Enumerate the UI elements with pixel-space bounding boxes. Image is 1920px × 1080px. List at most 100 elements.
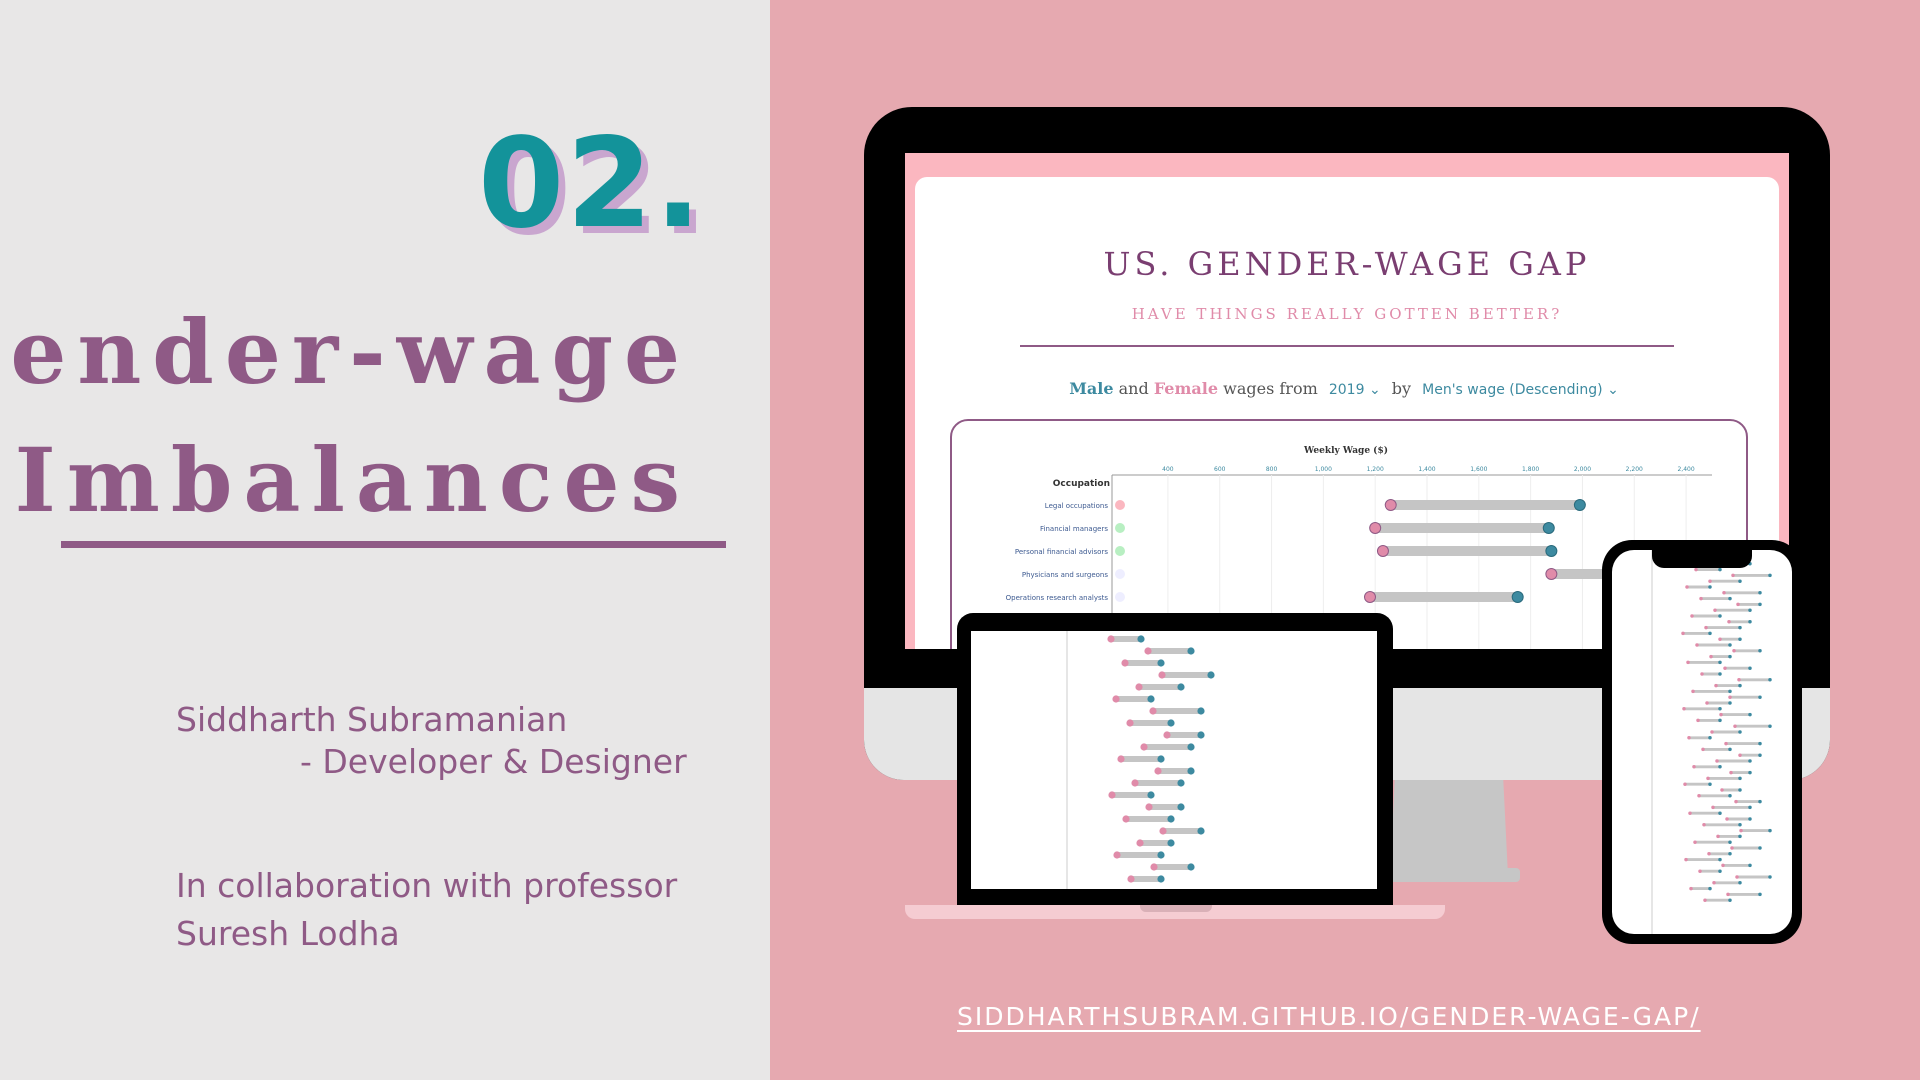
x-tick-label: 600 bbox=[1214, 466, 1226, 473]
preview-female-point bbox=[1733, 724, 1737, 728]
preview-female-point bbox=[1112, 695, 1120, 703]
preview-female-point bbox=[1731, 573, 1735, 578]
x-tick-label: 2,200 bbox=[1626, 466, 1643, 473]
preview-male-point bbox=[1718, 672, 1722, 676]
preview-male-point bbox=[1718, 614, 1722, 618]
preview-female-point bbox=[1689, 886, 1693, 891]
preview-male-point bbox=[1758, 799, 1762, 804]
preview-male-point bbox=[1708, 631, 1712, 636]
female-point bbox=[1545, 568, 1558, 580]
preview-male-point bbox=[1187, 743, 1195, 751]
preview-female-point bbox=[1688, 811, 1692, 815]
preview-female-point bbox=[1699, 596, 1703, 601]
preview-female-point bbox=[1687, 736, 1691, 740]
preview-female-point bbox=[1700, 672, 1704, 676]
x-tick-label: 1,200 bbox=[1367, 466, 1384, 473]
preview-female-point bbox=[1715, 759, 1719, 763]
author-name: Siddharth Subramanian bbox=[176, 700, 568, 739]
preview-male-point bbox=[1728, 701, 1732, 705]
chevron-down-icon: ⌄ bbox=[1607, 382, 1619, 398]
preview-male-point bbox=[1157, 755, 1165, 763]
y-axis-label: Occupation bbox=[1053, 479, 1110, 489]
preview-male-point bbox=[1718, 765, 1722, 769]
preview-female-point bbox=[1710, 730, 1714, 734]
preview-male-point bbox=[1708, 736, 1712, 740]
phone bbox=[1602, 540, 1802, 944]
preview-female-point bbox=[1706, 776, 1710, 781]
female-point bbox=[1376, 545, 1389, 557]
marker-dot bbox=[1115, 500, 1125, 510]
marker-dot bbox=[1115, 523, 1125, 533]
preview-female-point bbox=[1720, 788, 1724, 792]
chart-controls: Male and Female wages from 2019 ⌄ by Men… bbox=[915, 379, 1779, 398]
preview-male-point bbox=[1718, 869, 1722, 873]
female-point bbox=[1364, 591, 1376, 603]
preview-female-point bbox=[1725, 817, 1729, 821]
preview-male-point bbox=[1738, 683, 1742, 688]
preview-female-point bbox=[1135, 683, 1143, 691]
preview-male-point bbox=[1167, 719, 1175, 727]
preview-male-point bbox=[1728, 643, 1732, 647]
preview-female-point bbox=[1144, 647, 1152, 655]
preview-male-point bbox=[1157, 659, 1165, 667]
title-underline bbox=[61, 541, 726, 548]
preview-female-point bbox=[1108, 791, 1116, 799]
preview-male-point bbox=[1187, 767, 1195, 775]
phone-chart-preview bbox=[1651, 550, 1772, 934]
website-subtitle: HAVE THINGS REALLY GOTTEN BETTER? bbox=[1131, 305, 1563, 323]
preview-male-point bbox=[1768, 573, 1772, 578]
preview-female-point bbox=[1723, 666, 1727, 670]
preview-male-point bbox=[1768, 678, 1772, 682]
project-url-link[interactable]: SIDDHARTHSUBRAM.GITHUB.IO/GENDER-WAGE-GA… bbox=[957, 1002, 1701, 1031]
preview-male-point bbox=[1738, 881, 1742, 885]
preview-female-point bbox=[1705, 701, 1709, 705]
preview-male-point bbox=[1718, 707, 1722, 711]
preview-female-point bbox=[1702, 823, 1706, 827]
preview-female-point bbox=[1122, 815, 1130, 823]
preview-male-point bbox=[1708, 886, 1712, 891]
preview-male-point bbox=[1718, 718, 1722, 723]
marker-dot bbox=[1115, 592, 1125, 602]
and-label: and bbox=[1118, 379, 1149, 398]
preview-female-point bbox=[1694, 567, 1698, 572]
preview-male-point bbox=[1758, 846, 1762, 850]
collab-line-1: In collaboration with professor bbox=[176, 866, 678, 905]
preview-female-point bbox=[1684, 857, 1688, 862]
preview-male-point bbox=[1137, 635, 1145, 643]
preview-male-point bbox=[1728, 689, 1732, 694]
preview-male-point bbox=[1718, 811, 1722, 815]
chevron-down-icon: ⌄ bbox=[1368, 382, 1381, 398]
title-line-2: Imbalances bbox=[14, 428, 691, 532]
preview-male-point bbox=[1718, 857, 1722, 862]
preview-female-point bbox=[1126, 719, 1134, 727]
year-select[interactable]: 2019 ⌄ bbox=[1329, 382, 1381, 398]
category-label: Operations research analysts bbox=[1006, 594, 1109, 602]
preview-female-point bbox=[1690, 614, 1694, 618]
x-tick-label: 1,800 bbox=[1522, 466, 1539, 473]
preview-female-point bbox=[1728, 695, 1732, 699]
preview-male-point bbox=[1728, 840, 1732, 844]
preview-male-point bbox=[1738, 834, 1742, 839]
preview-male-point bbox=[1147, 791, 1155, 799]
preview-male-point bbox=[1748, 759, 1752, 763]
preview-male-point bbox=[1718, 567, 1722, 572]
preview-female-point bbox=[1158, 671, 1166, 679]
preview-female-point bbox=[1735, 875, 1739, 879]
preview-female-point bbox=[1711, 805, 1715, 810]
preview-female-point bbox=[1708, 579, 1712, 583]
x-tick-label: 1,000 bbox=[1315, 466, 1332, 473]
preview-female-point bbox=[1136, 839, 1144, 847]
sort-select[interactable]: Men's wage (Descending) ⌄ bbox=[1422, 382, 1619, 398]
category-label: Legal occupations bbox=[1045, 502, 1109, 510]
preview-female-point bbox=[1738, 753, 1742, 757]
preview-male-point bbox=[1197, 827, 1205, 835]
preview-female-point bbox=[1697, 794, 1701, 798]
preview-male-point bbox=[1748, 770, 1752, 775]
preview-male-point bbox=[1748, 863, 1752, 868]
preview-male-point bbox=[1748, 805, 1752, 810]
preview-female-point bbox=[1718, 637, 1722, 641]
preview-female-point bbox=[1682, 707, 1686, 711]
preview-male-point bbox=[1748, 608, 1752, 612]
preview-male-point bbox=[1187, 863, 1195, 871]
preview-female-point bbox=[1703, 898, 1707, 902]
